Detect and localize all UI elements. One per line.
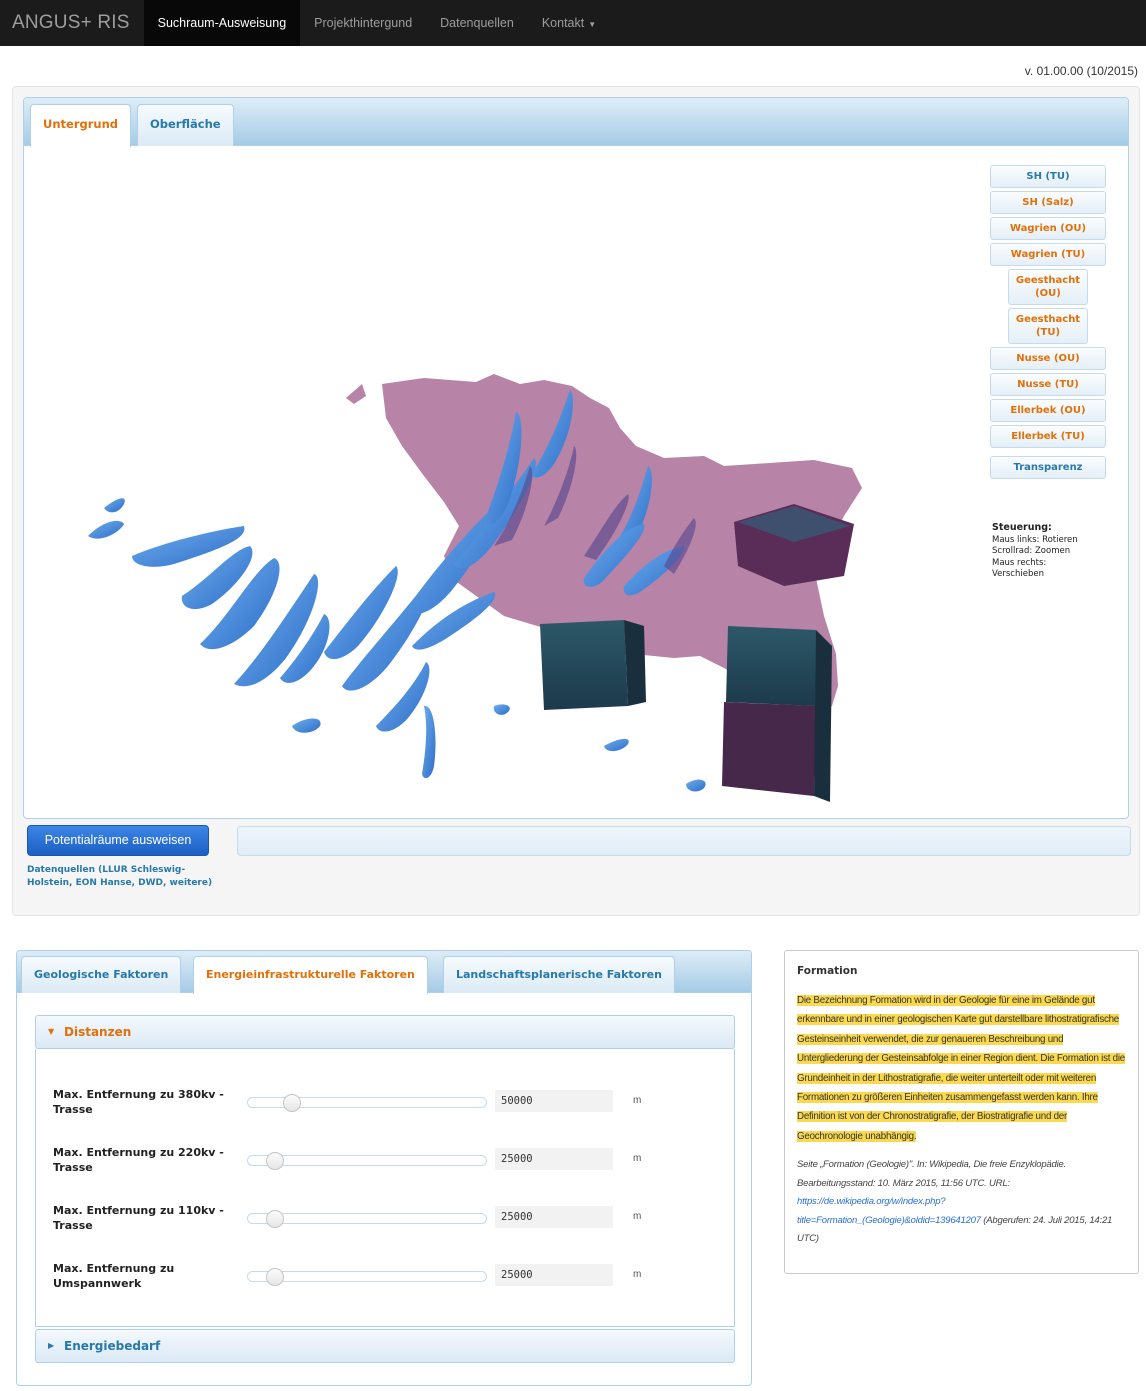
version-label: v. 01.00.00 (10/2015) bbox=[1024, 64, 1138, 78]
distance-label-110kv: Max. Entfernung zu 110kv - Trasse bbox=[53, 1204, 224, 1232]
distance-slider-110kv[interactable] bbox=[247, 1210, 487, 1228]
info-citation: Seite „Formation (Geologie)". In: Wikipe… bbox=[797, 1156, 1126, 1249]
tab-untergrund[interactable]: Untergrund bbox=[30, 104, 132, 147]
distance-row-110kv: Max. Entfernung zu 110kv - Trasse 25000 … bbox=[53, 1203, 683, 1253]
slider-handle[interactable] bbox=[283, 1094, 301, 1112]
tab-geologische-faktoren[interactable]: Geologische Faktoren bbox=[21, 956, 182, 993]
layer-toggle-group: SH (TU) SH (Salz) Wagrien (OU) Wagrien (… bbox=[990, 165, 1108, 482]
distance-label-umspannwerk: Max. Entfernung zu Umspannwerk bbox=[53, 1262, 175, 1290]
tab-landschaftsplanerische-faktoren[interactable]: Landschaftsplanerische Faktoren bbox=[443, 956, 675, 993]
unit-label: m bbox=[633, 1269, 642, 1280]
factors-panel: Geologische Faktoren Energieinfrastruktu… bbox=[16, 950, 752, 1386]
layer-ellerbek-ou-button[interactable]: Ellerbek (OU) bbox=[990, 399, 1106, 422]
layer-wagrien-tu-button[interactable]: Wagrien (TU) bbox=[990, 243, 1106, 266]
triangle-down-icon: ▼ bbox=[48, 1027, 55, 1036]
nav-item-projekthintergrund[interactable]: Projekthintergund bbox=[300, 0, 426, 46]
viewer-well: Untergrund Oberfläche SH (TU) SH (Salz) … bbox=[12, 86, 1140, 916]
unit-label: m bbox=[633, 1153, 642, 1164]
nav-item-suchraum[interactable]: Suchraum-Ausweisung bbox=[143, 0, 301, 46]
nav-item-kontakt[interactable]: Kontakt ▼ bbox=[528, 0, 610, 46]
controls-help-title: Steuerung: bbox=[992, 522, 1052, 533]
layer-geesthacht-tu-button[interactable]: Geesthacht (TU) bbox=[1008, 308, 1088, 344]
accordion-distanzen-header[interactable]: ▼ Distanzen bbox=[35, 1015, 735, 1049]
controls-help-line3: Maus rechts: bbox=[992, 557, 1047, 568]
app-brand[interactable]: ANGUS+ RIS bbox=[0, 12, 144, 34]
controls-help: Steuerung: Maus links: Rotieren Scrollra… bbox=[992, 522, 1078, 581]
tab-energieinfrastrukturelle-faktoren[interactable]: Energieinfrastrukturelle Faktoren bbox=[193, 956, 428, 994]
layer-sh-tu-button[interactable]: SH (TU) bbox=[990, 165, 1106, 188]
caret-down-icon: ▼ bbox=[588, 20, 597, 29]
info-title: Formation bbox=[797, 965, 858, 977]
layer-nusse-tu-button[interactable]: Nusse (TU) bbox=[990, 373, 1106, 396]
nav-item-datenquellen[interactable]: Datenquellen bbox=[426, 0, 528, 46]
accordion-energiebedarf-header[interactable]: ▶ Energiebedarf bbox=[35, 1329, 735, 1363]
layer-geesthacht-ou-button[interactable]: Geesthacht (OU) bbox=[1008, 269, 1088, 305]
distance-input-umspannwerk[interactable]: 25000 bbox=[495, 1264, 613, 1286]
unit-label: m bbox=[633, 1211, 642, 1222]
distance-input-110kv[interactable]: 25000 bbox=[495, 1206, 613, 1228]
slider-handle[interactable] bbox=[266, 1268, 284, 1286]
layer-nusse-ou-button[interactable]: Nusse (OU) bbox=[990, 347, 1106, 370]
layer-wagrien-ou-button[interactable]: Wagrien (OU) bbox=[990, 217, 1106, 240]
progress-bar bbox=[237, 826, 1131, 856]
accordion-energiebedarf-label: Energiebedarf bbox=[64, 1339, 161, 1353]
controls-help-line2: Scrollrad: Zoomen bbox=[992, 546, 1071, 556]
info-citation-link[interactable]: https://de.wikipedia.org/w/index.php?tit… bbox=[797, 1196, 981, 1226]
distance-row-380kv: Max. Entfernung zu 380kv - Trasse 50000 … bbox=[53, 1087, 683, 1137]
viewer-panel: Untergrund Oberfläche SH (TU) SH (Salz) … bbox=[23, 97, 1129, 819]
info-box: Formation Die Bezeichnung Formation wird… bbox=[784, 950, 1139, 1274]
slider-handle[interactable] bbox=[266, 1152, 284, 1170]
nav-item-kontakt-label: Kontakt bbox=[541, 16, 585, 30]
layer-ellerbek-tu-button[interactable]: Ellerbek (TU) bbox=[990, 425, 1106, 448]
distance-row-220kv: Max. Entfernung zu 220kv - Trasse 25000 … bbox=[53, 1145, 683, 1195]
datenquellen-link[interactable]: Datenquellen (LLUR Schleswig-Holstein, E… bbox=[27, 864, 217, 890]
triangle-right-icon: ▶ bbox=[48, 1341, 55, 1350]
slider-handle[interactable] bbox=[266, 1210, 284, 1228]
distance-input-220kv[interactable]: 25000 bbox=[495, 1148, 613, 1170]
distance-slider-umspannwerk[interactable] bbox=[247, 1268, 487, 1286]
3d-scene-canvas[interactable] bbox=[24, 146, 1129, 819]
top-navbar: ANGUS+ RIS Suchraum-Ausweisung Projekthi… bbox=[0, 0, 1146, 46]
distance-label-380kv: Max. Entfernung zu 380kv - Trasse bbox=[53, 1088, 224, 1116]
distance-label-220kv: Max. Entfernung zu 220kv - Trasse bbox=[53, 1146, 224, 1174]
distance-row-umspannwerk: Max. Entfernung zu Umspannwerk 25000 m bbox=[53, 1261, 683, 1311]
layer-sh-salz-button[interactable]: SH (Salz) bbox=[990, 191, 1106, 214]
tab-oberflaeche[interactable]: Oberfläche bbox=[137, 104, 234, 146]
unit-label: m bbox=[633, 1095, 642, 1106]
transparency-button[interactable]: Transparenz bbox=[990, 456, 1106, 479]
info-text: Die Bezeichnung Formation wird in der Ge… bbox=[797, 991, 1126, 1146]
controls-help-line1: Maus links: Rotieren bbox=[992, 534, 1078, 545]
factors-tabbar: Geologische Faktoren Energieinfrastruktu… bbox=[17, 951, 751, 994]
viewer-tabbar: Untergrund Oberfläche bbox=[24, 98, 1128, 147]
potentialraeume-button[interactable]: Potentialräume ausweisen bbox=[27, 825, 209, 856]
info-citation-prefix: Seite „Formation (Geologie)". In: Wikipe… bbox=[797, 1159, 1067, 1189]
controls-help-line4: Verschieben bbox=[992, 569, 1044, 579]
info-text-body: Die Bezeichnung Formation wird in der Ge… bbox=[797, 995, 1125, 1142]
distance-slider-380kv[interactable] bbox=[247, 1094, 487, 1112]
distance-input-380kv[interactable]: 50000 bbox=[495, 1090, 613, 1112]
distance-slider-220kv[interactable] bbox=[247, 1152, 487, 1170]
accordion-distanzen-label: Distanzen bbox=[64, 1025, 132, 1039]
